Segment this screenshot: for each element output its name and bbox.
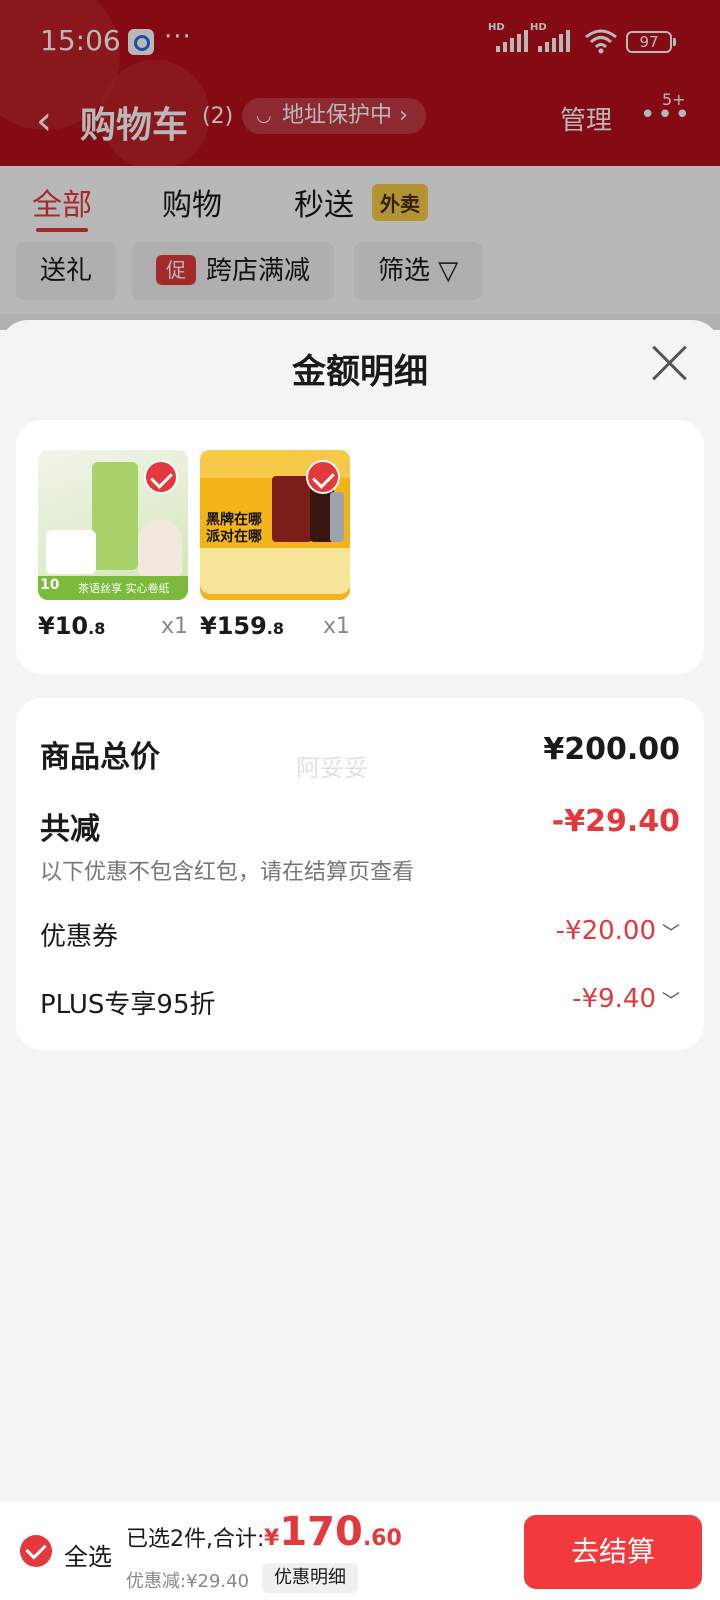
price-int: ¥10	[38, 612, 89, 640]
discount-detail-button[interactable]: 优惠明细	[262, 1563, 358, 1593]
checkout-bar: 全选 已选2件,合计: ¥170.60 优惠减:¥29.40 优惠明细 去结算	[0, 1500, 720, 1600]
product-list-card: 10 茶语丝享 实心卷纸 ¥10.8 x1 黑牌在哪 派对在哪 ¥159.8 x…	[16, 420, 704, 674]
total-price-label: 商品总价	[40, 740, 160, 775]
plus-discount-label: PLUS专享95折	[40, 990, 216, 1020]
discount-summary: 优惠减:¥29.40	[126, 1571, 250, 1592]
amount-detail-sheet: 金额明细 10 茶语丝享 实心卷纸 ¥10.8 x1 黑牌在哪 派对在哪 ¥15…	[0, 320, 720, 1500]
product-price: ¥10.8	[38, 612, 105, 640]
product-caption: 黑牌在哪 派对在哪	[206, 512, 262, 545]
price-int: ¥159	[200, 612, 267, 640]
plus-discount-amount: -¥9.40	[572, 984, 656, 1014]
selected-summary: 已选2件,合计:	[126, 1527, 265, 1552]
chevron-down-icon: ﹀	[662, 991, 680, 1012]
total-reduction-value: -¥29.40	[551, 804, 680, 839]
total-reduction-label: 共减	[40, 812, 100, 847]
sheet-title: 金额明细	[292, 352, 428, 392]
product-price: ¥159.8	[200, 612, 284, 640]
modal-overlay[interactable]	[0, 0, 720, 330]
chevron-down-icon: ﹀	[662, 923, 680, 944]
coupon-value[interactable]: -¥20.00 ﹀	[556, 916, 680, 946]
select-all-label[interactable]: 全选	[64, 1537, 112, 1572]
total-dec: .60	[362, 1526, 402, 1551]
product-caption: 茶语丝享 实心卷纸	[78, 582, 170, 595]
reduction-note: 以下优惠不包含红包，请在结算页查看	[40, 860, 415, 885]
total-int: 170	[279, 1509, 363, 1555]
watermark: 阿妥妥	[296, 754, 368, 782]
product-badge: 10	[40, 577, 60, 593]
select-all-check-icon[interactable]	[20, 1535, 52, 1567]
total-price-value: ¥200.00	[543, 732, 680, 767]
plus-discount-value[interactable]: -¥9.40 ﹀	[572, 984, 680, 1014]
total-amount: ¥170.60	[264, 1509, 402, 1555]
price-dec: .8	[88, 619, 106, 638]
coupon-label: 优惠券	[40, 922, 119, 952]
product-qty: x1	[160, 614, 188, 639]
close-icon[interactable]	[650, 344, 690, 384]
total-currency: ¥	[264, 1526, 280, 1551]
coupon-amount: -¥20.00	[555, 916, 656, 946]
selected-check-icon	[306, 460, 340, 494]
selected-check-icon	[144, 460, 178, 494]
product-qty: x1	[322, 614, 350, 639]
checkout-button[interactable]: 去结算	[524, 1515, 702, 1589]
price-dec: .8	[266, 619, 285, 638]
